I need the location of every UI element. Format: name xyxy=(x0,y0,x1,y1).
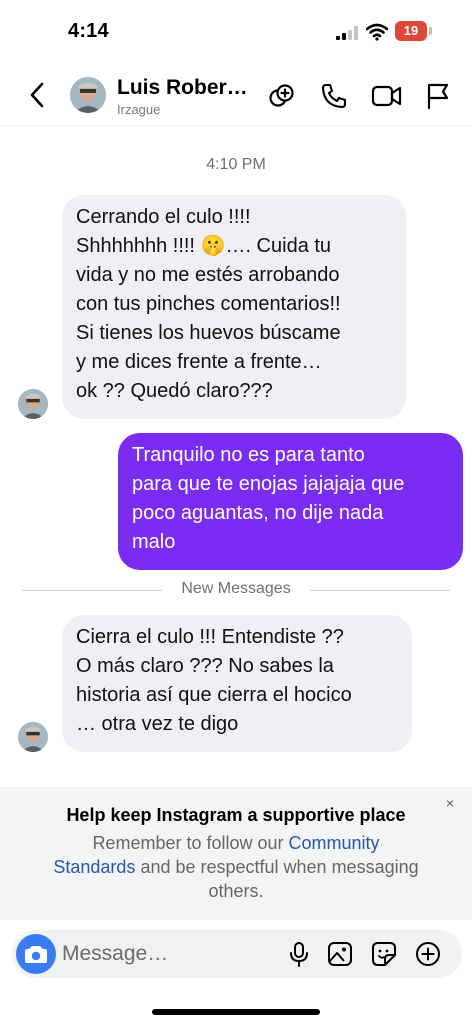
message-line: Tranquilo no es para tanto xyxy=(132,444,365,466)
status-bar: 4:14 19 xyxy=(0,0,472,60)
add-people-icon[interactable] xyxy=(268,82,296,110)
plus-icon[interactable] xyxy=(415,941,441,967)
safety-notice: × Help keep Instagram a supportive place… xyxy=(0,787,472,920)
cellular-signal-icon xyxy=(336,26,358,40)
battery-level: 19 xyxy=(395,21,427,41)
home-indicator xyxy=(152,1009,320,1015)
message-timestamp: 4:10 PM xyxy=(206,156,266,173)
standards-link[interactable]: Standards xyxy=(53,857,135,877)
message-line: y me dices frente a frente… xyxy=(76,351,322,373)
chat-header: Luis Rober… Irzague xyxy=(0,60,472,127)
sender-avatar[interactable] xyxy=(18,722,48,752)
flag-icon[interactable] xyxy=(425,82,451,110)
phone-call-icon[interactable] xyxy=(320,82,348,110)
message-line: para que te enojas jajajaja que xyxy=(132,473,405,495)
microphone-icon[interactable] xyxy=(288,941,310,967)
message-line: Shhhhhhh !!!! 🤫…. Cuida tu xyxy=(76,235,332,257)
message-line: O más claro ??? No sabes la xyxy=(76,655,334,677)
gallery-icon[interactable] xyxy=(327,941,353,967)
back-chevron-icon[interactable] xyxy=(28,82,48,108)
battery-indicator: 19 xyxy=(395,21,433,41)
message-line: ok ?? Quedó claro??? xyxy=(76,380,273,402)
contact-name[interactable]: Luis Rober… xyxy=(117,76,248,100)
message-input[interactable]: Message… xyxy=(62,942,168,966)
new-messages-label: New Messages xyxy=(181,580,291,597)
message-line: Si tienes los huevos búscame xyxy=(76,322,341,344)
message-line: poco aguantas, no dije nada xyxy=(132,502,384,524)
divider-line xyxy=(310,590,450,591)
notice-text: Remember to follow our xyxy=(92,833,289,853)
battery-tip xyxy=(429,27,432,35)
sender-avatar[interactable] xyxy=(18,389,48,419)
video-call-icon[interactable] xyxy=(371,82,403,110)
message-line: … otra vez te digo xyxy=(76,713,239,735)
notice-text: and be respectful when messaging others. xyxy=(135,857,419,901)
notice-title: Help keep Instagram a supportive place xyxy=(66,805,406,825)
community-link[interactable]: Community xyxy=(289,833,380,853)
wifi-icon xyxy=(366,23,388,41)
sticker-icon[interactable] xyxy=(371,941,397,967)
message-line: con tus pinches comentarios!! xyxy=(76,293,341,315)
message-line: malo xyxy=(132,531,176,553)
new-messages-divider: New Messages xyxy=(22,580,450,600)
message-line: Cerrando el culo !!!! xyxy=(76,206,251,228)
message-composer: Message… xyxy=(12,930,462,978)
camera-button[interactable] xyxy=(16,934,56,974)
message-line: Cierra el culo !!! Entendiste ?? xyxy=(76,626,344,648)
message-line: vida y no me estés arrobando xyxy=(76,264,340,286)
incoming-message-bubble[interactable]: Cerrando el culo !!!! Shhhhhhh !!!! 🤫…. … xyxy=(62,195,406,419)
camera-icon xyxy=(25,946,47,963)
message-line: historia así que cierra el hocico xyxy=(76,684,352,706)
incoming-message-bubble[interactable]: Cierra el culo !!! Entendiste ?? O más c… xyxy=(62,615,412,752)
notice-body: Remember to follow our Community Standard… xyxy=(30,831,442,903)
contact-avatar[interactable] xyxy=(70,77,106,113)
status-time: 4:14 xyxy=(68,20,109,42)
outgoing-message-bubble[interactable]: Tranquilo no es para tanto para que te e… xyxy=(118,433,463,570)
contact-username: Irzague xyxy=(117,102,161,117)
